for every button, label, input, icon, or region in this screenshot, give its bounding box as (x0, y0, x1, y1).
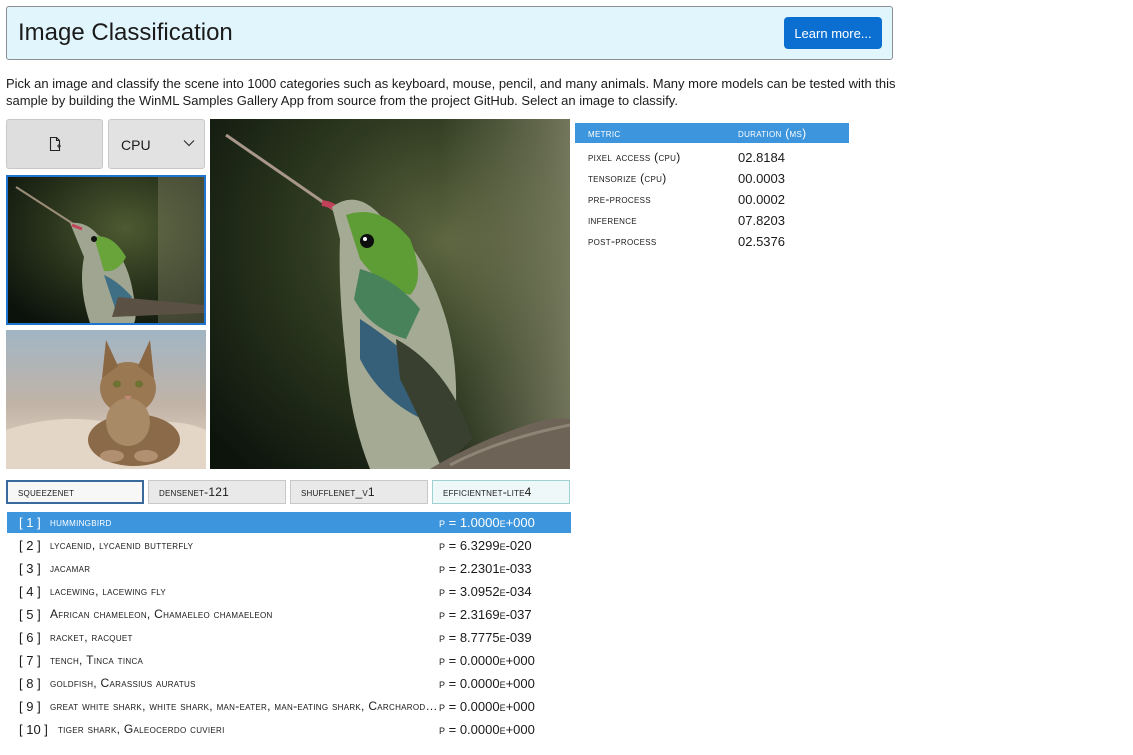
prediction-probability: p = 0.0000e+000 (439, 653, 535, 668)
prediction-rank: [ 8 ] (19, 676, 41, 691)
prediction-label: African chameleon, Chamaeleo chamaeleon (50, 607, 273, 621)
prediction-row[interactable]: [ 1 ] hummingbird p = 1.0000e+000 (7, 512, 571, 533)
metric-name: pixel access (cpu) (588, 150, 681, 164)
prediction-probability: p = 0.0000e+000 (439, 676, 535, 691)
metric-row: post-process 02.5376 (575, 231, 849, 252)
prediction-rank: [ 4 ] (19, 584, 41, 599)
metric-row: pre-process 00.0002 (575, 189, 849, 210)
prediction-probability: p = 2.2301e-033 (439, 561, 532, 576)
open-file-button[interactable] (6, 119, 103, 169)
metric-row: pixel access (cpu) 02.8184 (575, 147, 849, 168)
learn-more-button[interactable]: Learn more... (784, 17, 882, 49)
duration-column-header: duration (ms) (738, 126, 807, 140)
prediction-probability: p = 0.0000e+000 (439, 722, 535, 737)
prediction-label: lacewing, lacewing fly (50, 584, 167, 598)
thumbnail-hummingbird[interactable] (6, 175, 206, 325)
thumbnail-cat[interactable] (6, 330, 206, 469)
prediction-label: lycaenid, lycaenid butterfly (50, 538, 194, 552)
metric-value: 07.8203 (738, 213, 785, 228)
prediction-row[interactable]: [ 2 ] lycaenid, lycaenid butterfly p = 6… (7, 535, 571, 556)
selected-image-preview (210, 119, 570, 469)
prediction-probability: p = 6.3299e-020 (439, 538, 532, 553)
prediction-label: goldfish, Carassius auratus (50, 676, 196, 690)
metric-value: 02.5376 (738, 234, 785, 249)
chevron-down-icon (183, 140, 195, 147)
prediction-probability: p = 3.0952e-034 (439, 584, 532, 599)
prediction-row[interactable]: [ 8 ] goldfish, Carassius auratus p = 0.… (7, 673, 571, 694)
prediction-rank: [ 10 ] (19, 722, 48, 737)
prediction-rank: [ 9 ] (19, 699, 41, 714)
prediction-label: racket, racquet (50, 630, 133, 644)
prediction-rank: [ 7 ] (19, 653, 41, 668)
prediction-row[interactable]: [ 9 ] great white shark, white shark, ma… (7, 696, 571, 717)
device-select-value: CPU (121, 137, 151, 153)
prediction-label: tench, Tinca tinca (50, 653, 144, 667)
metric-value: 00.0002 (738, 192, 785, 207)
prediction-rank: [ 1 ] (19, 515, 41, 530)
prediction-rank: [ 5 ] (19, 607, 41, 622)
prediction-label: tiger shark, Galeocerdo cuvieri (58, 722, 225, 736)
metrics-table-header: metric duration (ms) (575, 123, 849, 143)
metric-row: tensorize (cpu) 00.0003 (575, 168, 849, 189)
prediction-row[interactable]: [ 4 ] lacewing, lacewing fly p = 3.0952e… (7, 581, 571, 602)
model-tab-shufflenet[interactable]: shufflenet_v1 (290, 480, 428, 504)
prediction-label: jacamar (50, 561, 91, 575)
prediction-label: great white shark, white shark, man-eate… (50, 699, 438, 713)
model-tab-efficientnet[interactable]: efficientnet-lite4 (432, 480, 570, 504)
prediction-row[interactable]: [ 10 ] tiger shark, Galeocerdo cuvieri p… (7, 719, 571, 740)
prediction-row[interactable]: [ 6 ] racket, racquet p = 8.7775e-039 (7, 627, 571, 648)
prediction-rank: [ 6 ] (19, 630, 41, 645)
prediction-label: hummingbird (50, 515, 112, 529)
prediction-row[interactable]: [ 7 ] tench, Tinca tinca p = 0.0000e+000 (7, 650, 571, 671)
metric-name: inference (588, 213, 637, 227)
prediction-row[interactable]: [ 3 ] jacamar p = 2.2301e-033 (7, 558, 571, 579)
prediction-row[interactable]: [ 5 ] African chameleon, Chamaeleo chama… (7, 604, 571, 625)
open-file-icon (49, 136, 61, 152)
prediction-probability: p = 1.0000e+000 (439, 515, 535, 530)
metric-value: 00.0003 (738, 171, 785, 186)
device-select[interactable]: CPU (108, 119, 205, 169)
metric-row: inference 07.8203 (575, 210, 849, 231)
metric-name: post-process (588, 234, 657, 248)
prediction-probability: p = 0.0000e+000 (439, 699, 535, 714)
model-tab-densenet[interactable]: densenet-121 (148, 480, 286, 504)
model-tab-squeezenet[interactable]: squeezenet (6, 480, 144, 504)
metric-value: 02.8184 (738, 150, 785, 165)
prediction-rank: [ 2 ] (19, 538, 41, 553)
description-text: Pick an image and classify the scene int… (6, 76, 896, 108)
header-bar: Image Classification Learn more... (6, 6, 893, 60)
metric-column-header: metric (588, 126, 621, 140)
metric-name: pre-process (588, 192, 651, 206)
prediction-rank: [ 3 ] (19, 561, 41, 576)
prediction-probability: p = 8.7775e-039 (439, 630, 532, 645)
prediction-probability: p = 2.3169e-037 (439, 607, 532, 622)
metric-name: tensorize (cpu) (588, 171, 667, 185)
page-title: Image Classification (18, 19, 233, 46)
